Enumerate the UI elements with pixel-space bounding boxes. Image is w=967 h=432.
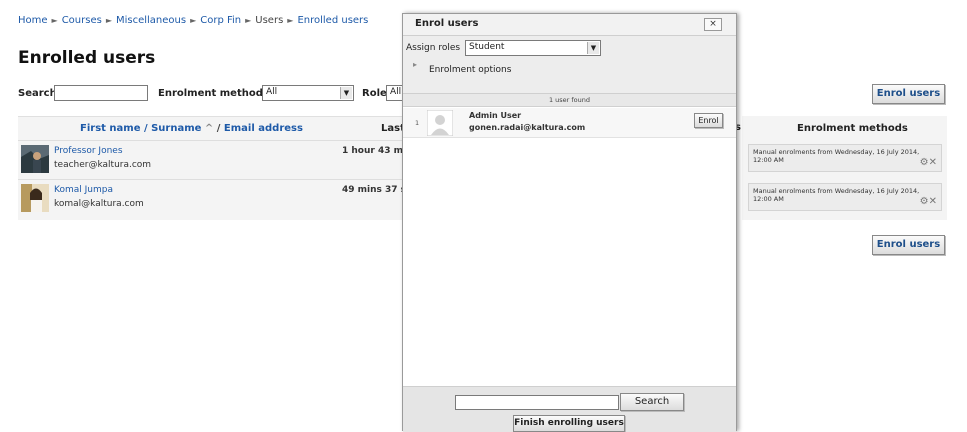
enrolment-method-text: Manual enrolments from Wednesday, 16 Jul… — [753, 187, 920, 203]
breadcrumb-corp-fin[interactable]: Corp Fin — [200, 15, 241, 26]
enrolment-methods-select[interactable]: All ▼ — [262, 85, 354, 101]
result-user-name: Admin User — [469, 111, 522, 120]
chevron-down-icon: ▼ — [340, 87, 352, 99]
name-sort-link[interactable]: First name / Surname — [80, 123, 201, 134]
dialog-header: Enrol users × — [403, 14, 736, 36]
enrolment-methods-label: Enrolment methods — [158, 88, 269, 99]
user-email: komal@kaltura.com — [54, 199, 144, 209]
breadcrumb-separator: ► — [245, 16, 252, 25]
user-name-link[interactable]: Professor Jones — [54, 146, 123, 156]
enrolment-methods-header: Enrolment methods — [797, 123, 908, 134]
breadcrumb: Home ► Courses ► Miscellaneous ► Corp Fin ► User… — [18, 15, 368, 26]
breadcrumb-enrolled-users[interactable]: Enrolled users — [297, 15, 368, 26]
header-separator: / — [216, 123, 221, 134]
close-icon[interactable]: × — [704, 18, 722, 31]
assign-roles-select[interactable]: Student ▼ — [465, 40, 601, 56]
table-row: Professor Jones teacher@kaltura.com 1 ho… — [18, 141, 420, 179]
enrol-users-dialog: Enrol users × Assign roles Student ▼ ▸ E… — [402, 13, 737, 432]
email-sort-link[interactable]: Email address — [224, 123, 303, 134]
delete-icon[interactable]: ✕ — [929, 196, 937, 207]
breadcrumb-separator: ► — [190, 16, 197, 25]
enrol-users-button-bottom[interactable]: Enrol users — [872, 235, 945, 255]
enrolment-methods-value: All — [266, 87, 278, 97]
last-access: 49 mins 37 s — [342, 185, 407, 195]
page-title: Enrolled users — [18, 48, 156, 68]
card-actions: ⚙✕ — [920, 158, 937, 168]
dialog-footer: Search Finish enrolling users — [403, 386, 736, 432]
avatar — [21, 184, 49, 212]
role-value: All — [390, 87, 402, 97]
gear-icon[interactable]: ⚙ — [920, 196, 929, 207]
user-result-row: 1 Admin User gonen.radai@kaltura.com Enr… — [403, 108, 736, 138]
table-row: Komal Jumpa komal@kaltura.com 49 mins 37… — [18, 180, 420, 218]
result-index: 1 — [415, 119, 420, 127]
dialog-options: Assign roles Student ▼ ▸ Enrolment optio… — [403, 36, 736, 94]
breadcrumb-separator: ► — [105, 16, 112, 25]
users-found-count: 1 user found — [403, 94, 736, 107]
name-email-header: First name / Surname ^ / Email address — [80, 123, 303, 134]
search-label: Search — [18, 88, 57, 99]
sort-ascending-icon: ^ — [204, 123, 214, 134]
enrol-users-button-top[interactable]: Enrol users — [872, 84, 945, 104]
gear-icon[interactable]: ⚙ — [920, 157, 929, 168]
chevron-down-icon: ▼ — [587, 42, 599, 54]
triangle-right-icon[interactable]: ▸ — [413, 60, 417, 69]
enrolment-method-card: Manual enrolments from Wednesday, 16 Jul… — [748, 144, 942, 172]
enrolment-options-toggle[interactable]: Enrolment options — [429, 65, 511, 75]
avatar — [427, 110, 453, 136]
enrolment-method-text: Manual enrolments from Wednesday, 16 Jul… — [753, 148, 920, 164]
avatar — [21, 145, 49, 173]
dialog-title: Enrol users — [415, 18, 479, 29]
user-name-link[interactable]: Komal Jumpa — [54, 185, 113, 195]
search-input[interactable] — [54, 85, 148, 101]
last-access: 1 hour 43 mi — [342, 146, 407, 156]
card-actions: ⚙✕ — [920, 197, 937, 207]
breadcrumb-users[interactable]: Users — [255, 15, 283, 26]
enrol-button[interactable]: Enrol — [694, 113, 723, 128]
user-email: teacher@kaltura.com — [54, 160, 152, 170]
breadcrumb-home[interactable]: Home — [18, 15, 48, 26]
assign-roles-label: Assign roles — [406, 43, 461, 53]
finish-enrolling-button[interactable]: Finish enrolling users — [513, 415, 625, 432]
result-user-email: gonen.radai@kaltura.com — [469, 123, 586, 132]
dialog-search-input[interactable] — [455, 395, 619, 410]
breadcrumb-courses[interactable]: Courses — [62, 15, 102, 26]
dialog-search-button[interactable]: Search — [620, 393, 684, 411]
breadcrumb-separator: ► — [287, 16, 294, 25]
delete-icon[interactable]: ✕ — [929, 157, 937, 168]
assign-roles-value: Student — [469, 42, 505, 52]
enrolment-method-card: Manual enrolments from Wednesday, 16 Jul… — [748, 183, 942, 211]
breadcrumb-miscellaneous[interactable]: Miscellaneous — [116, 15, 186, 26]
breadcrumb-separator: ► — [51, 16, 58, 25]
role-label: Role — [362, 88, 387, 99]
